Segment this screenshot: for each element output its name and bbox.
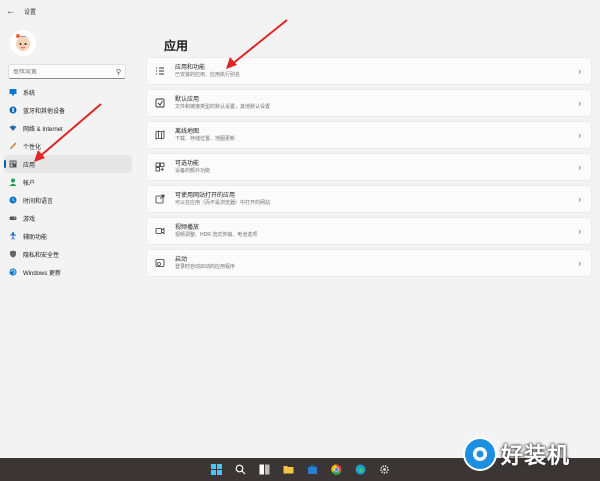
sidebar-item-system[interactable]: 系统	[4, 83, 132, 101]
edge-icon[interactable]	[354, 464, 366, 476]
card-default-apps[interactable]: 默认应用 文件和链接类型的默认设置，其他默认设置 ›	[146, 89, 592, 117]
avatar-icon	[15, 34, 31, 51]
sidebar-item-label: 辅助功能	[23, 234, 48, 241]
avatar[interactable]	[10, 30, 36, 56]
map-icon	[155, 130, 165, 140]
card-title: 离线地图	[175, 128, 200, 135]
card-offline-maps[interactable]: 离线地图 下载、存储位置、地图更新 ›	[146, 121, 592, 149]
card-apps-for-websites[interactable]: 可使用网站打开的应用 可以在应用（而不是浏览器）中打开的网站 ›	[146, 185, 592, 213]
sidebar-item-bluetooth[interactable]: 蓝牙和其他设备	[4, 101, 132, 119]
store-icon[interactable]	[306, 464, 318, 476]
back-button[interactable]: ←	[0, 0, 22, 22]
task-view-icon[interactable]	[258, 464, 270, 476]
gamepad-icon	[9, 214, 17, 222]
chevron-right-icon: ›	[578, 131, 581, 140]
sidebar-nav: 系统 蓝牙和其他设备 网络 & Internet 个性化 应用 帐户 时间和语言…	[4, 83, 132, 281]
search-icon[interactable]	[234, 464, 246, 476]
chrome-icon[interactable]	[330, 464, 342, 476]
sidebar-item-windows-update[interactable]: Windows 更新	[4, 263, 132, 281]
card-title: 应用和功能	[175, 64, 206, 71]
globe-clock-icon	[9, 196, 17, 204]
card-description: 登录时自动启动的应用程序	[175, 263, 236, 270]
card-video-playback[interactable]: 视频播放 视频调整、HDR 流式传输、电池选项 ›	[146, 217, 592, 245]
sidebar-item-label: 隐私和安全性	[23, 252, 60, 259]
card-description: 设备的额外功能	[175, 167, 211, 174]
card-title: 可使用网站打开的应用	[175, 192, 236, 199]
watermark: 好装机	[463, 436, 600, 472]
bluetooth-icon	[9, 106, 17, 114]
update-icon	[9, 268, 17, 276]
window-title: 设置	[24, 9, 37, 16]
card-title: 可选功能	[175, 160, 200, 167]
shield-icon	[9, 250, 17, 258]
chevron-right-icon: ›	[578, 99, 581, 108]
brush-icon	[9, 142, 17, 150]
card-description: 下载、存储位置、地图更新	[175, 135, 236, 142]
sidebar-item-time-language[interactable]: 时间和语言	[4, 191, 132, 209]
sidebar-item-label: 网络 & Internet	[23, 126, 63, 133]
settings-window: ← 设置 ⚲ 系统 蓝牙和其他设备	[0, 0, 600, 458]
sidebar-item-label: Windows 更新	[23, 270, 62, 277]
startup-icon	[155, 258, 165, 268]
sidebar-item-accounts[interactable]: 帐户	[4, 173, 132, 191]
apps-list-icon	[155, 66, 165, 76]
sidebar-item-personalization[interactable]: 个性化	[4, 137, 132, 155]
sidebar-item-label: 个性化	[23, 144, 42, 151]
wifi-icon	[9, 124, 17, 132]
chevron-right-icon: ›	[578, 259, 581, 268]
card-startup[interactable]: 启动 登录时自动启动的应用程序 ›	[146, 249, 592, 277]
windows-start-icon[interactable]	[210, 464, 222, 476]
settings-icon[interactable]	[378, 464, 390, 476]
chevron-right-icon: ›	[578, 163, 581, 172]
accessibility-icon	[9, 232, 17, 240]
title-bar: ← 设置	[0, 0, 600, 22]
card-description: 已安装的应用、应用执行别名	[175, 71, 241, 78]
sidebar-item-apps[interactable]: 应用	[4, 155, 132, 173]
watermark-logo-icon	[463, 437, 497, 471]
sidebar-item-label: 帐户	[23, 180, 36, 187]
sidebar-item-label: 蓝牙和其他设备	[23, 108, 66, 115]
sidebar-item-privacy[interactable]: 隐私和安全性	[4, 245, 132, 263]
watermark-text: 好装机	[501, 443, 571, 469]
sidebar-item-label: 应用	[23, 162, 36, 169]
chevron-right-icon: ›	[578, 67, 581, 76]
search-box[interactable]: ⚲	[8, 64, 126, 79]
card-title: 默认应用	[175, 96, 200, 103]
video-icon	[155, 226, 165, 236]
search-icon[interactable]: ⚲	[116, 68, 121, 76]
sidebar-item-gaming[interactable]: 游戏	[4, 209, 132, 227]
card-apps-features[interactable]: 应用和功能 已安装的应用、应用执行别名 ›	[146, 57, 592, 85]
card-title: 视频播放	[175, 224, 200, 231]
page-title: 应用	[164, 39, 189, 53]
settings-card-list: 应用和功能 已安装的应用、应用执行别名 › 默认应用 文件和链接类型的默认设置，…	[146, 57, 592, 281]
sidebar-item-accessibility[interactable]: 辅助功能	[4, 227, 132, 245]
card-description: 可以在应用（而不是浏览器）中打开的网站	[175, 199, 271, 206]
card-description: 视频调整、HDR 流式传输、电池选项	[175, 231, 258, 238]
sidebar-item-label: 时间和语言	[23, 198, 54, 205]
apps-icon	[9, 160, 17, 168]
search-input[interactable]	[13, 68, 116, 75]
card-description: 文件和链接类型的默认设置，其他默认设置	[175, 103, 271, 110]
open-with-icon	[155, 194, 165, 204]
default-apps-icon	[155, 98, 165, 108]
back-arrow-icon: ←	[6, 5, 16, 17]
person-icon	[9, 178, 17, 186]
card-title: 启动	[175, 256, 188, 263]
file-explorer-icon[interactable]	[282, 464, 294, 476]
chevron-right-icon: ›	[578, 195, 581, 204]
optional-features-icon	[155, 162, 165, 172]
sidebar-item-label: 系统	[23, 90, 36, 97]
sidebar-item-label: 游戏	[23, 216, 36, 223]
sidebar-item-network[interactable]: 网络 & Internet	[4, 119, 132, 137]
chevron-right-icon: ›	[578, 227, 581, 236]
card-optional-features[interactable]: 可选功能 设备的额外功能 ›	[146, 153, 592, 181]
monitor-icon	[9, 88, 17, 96]
